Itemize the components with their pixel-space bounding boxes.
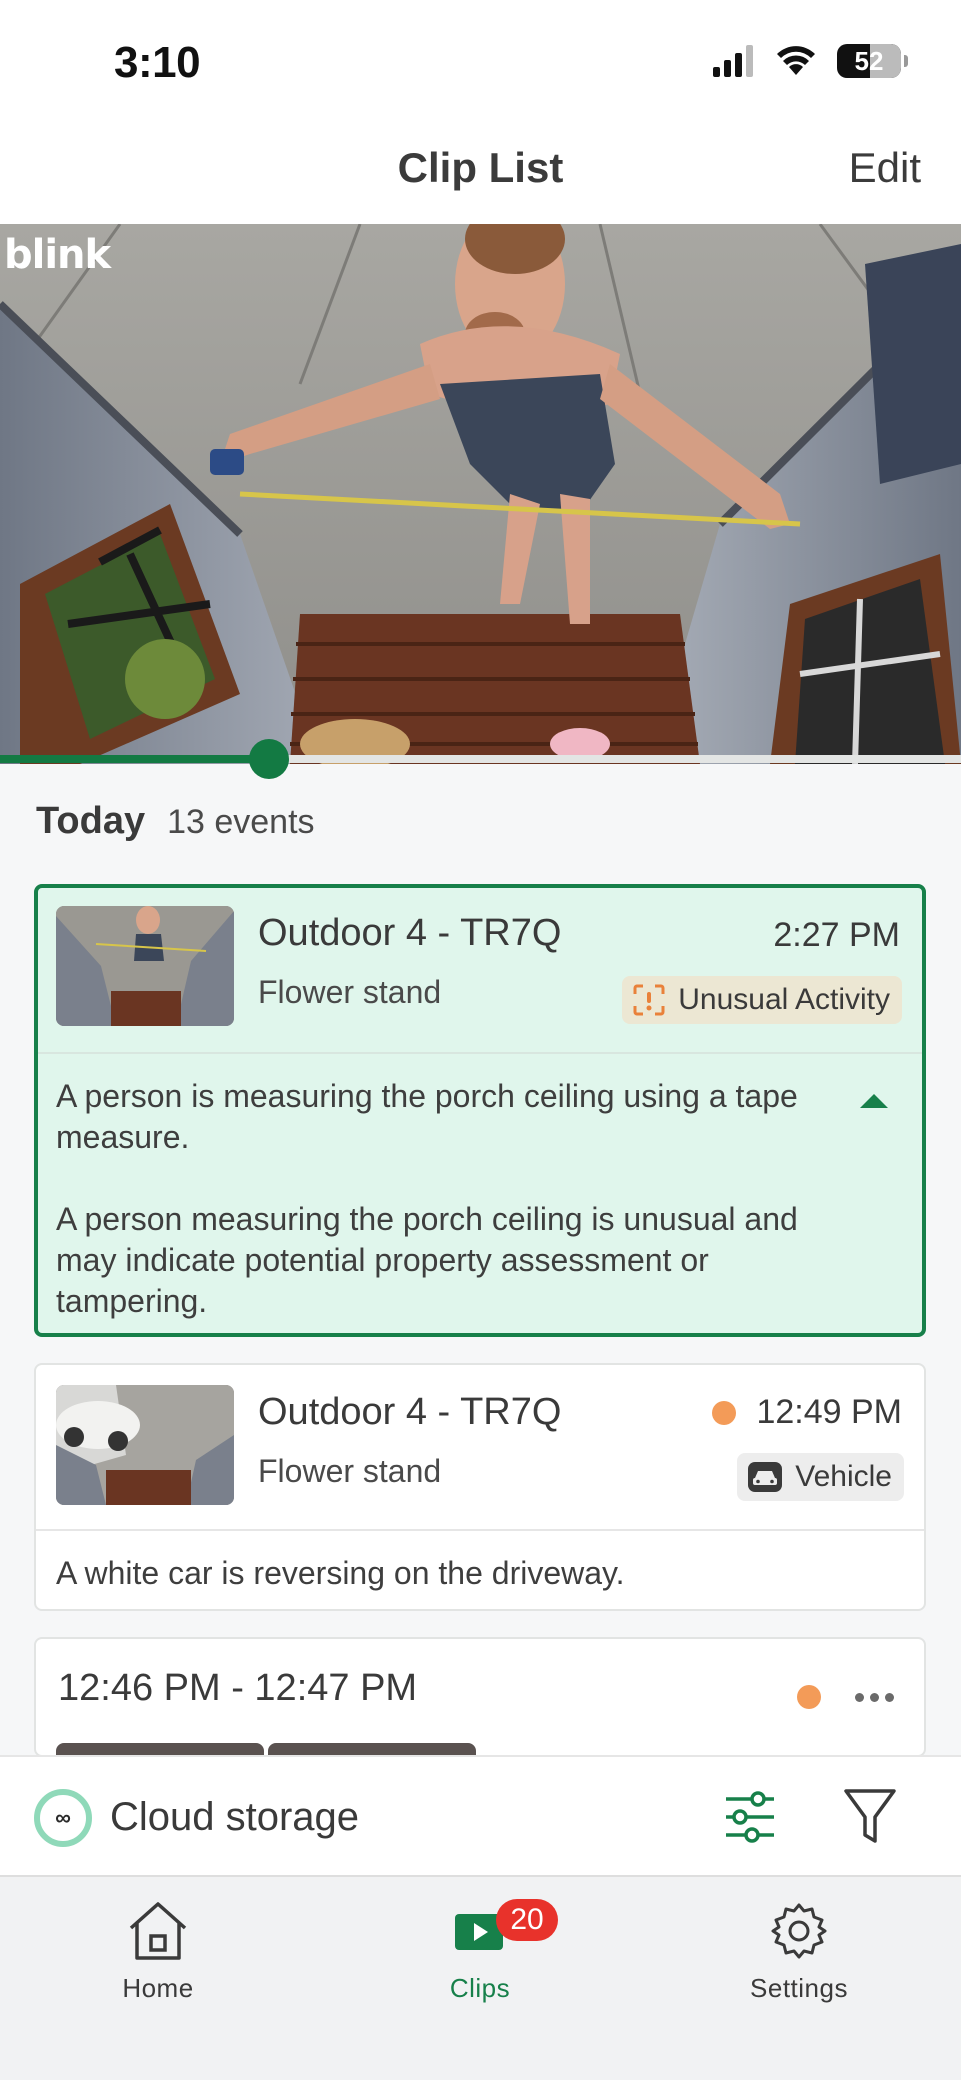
day-label: Today bbox=[36, 800, 146, 842]
scrub-progress bbox=[0, 755, 270, 763]
event-group-actions bbox=[797, 1685, 894, 1709]
event-insight: A person measuring the porch ceiling is … bbox=[56, 1201, 798, 1319]
tab-bar: Home 20 Clips Settings bbox=[0, 1875, 961, 2080]
event-description: A person is measuring the porch ceiling … bbox=[38, 1054, 922, 1333]
event-tag: Unusual Activity bbox=[622, 976, 902, 1024]
event-time: 12:49 PM bbox=[756, 1393, 902, 1431]
event-camera-name: Outdoor 4 - TR7Q bbox=[258, 912, 562, 954]
event-group-card[interactable]: 12:46 PM - 12:47 PM bbox=[34, 1637, 926, 1757]
collapse-caret-icon[interactable] bbox=[860, 1094, 888, 1108]
car-icon bbox=[748, 1462, 783, 1492]
nav-header: Clip List Edit bbox=[0, 120, 961, 224]
status-time: 3:10 bbox=[114, 38, 201, 87]
tab-settings[interactable]: Settings bbox=[699, 1891, 899, 2004]
more-options-icon[interactable] bbox=[855, 1692, 894, 1702]
events-header: Today 13 events bbox=[36, 800, 315, 843]
status-bar: 3:10 52 bbox=[0, 0, 961, 120]
filter-icon[interactable] bbox=[842, 1787, 898, 1847]
sliders-icon[interactable] bbox=[722, 1789, 778, 1845]
battery-icon: 52 bbox=[837, 44, 908, 78]
page-title: Clip List bbox=[397, 144, 564, 191]
cloud-storage-bar: ∞ Cloud storage bbox=[0, 1755, 961, 1875]
wifi-icon bbox=[777, 46, 815, 75]
video-player[interactable]: blink bbox=[0, 224, 961, 764]
battery-level: 52 bbox=[854, 45, 884, 76]
scrub-bar[interactable] bbox=[0, 755, 961, 763]
event-tag: Vehicle bbox=[737, 1453, 904, 1501]
event-thumbnail[interactable] bbox=[56, 906, 234, 1026]
tab-label: Clips bbox=[449, 1973, 511, 2003]
event-thumbnail[interactable] bbox=[56, 1385, 234, 1505]
event-tag-label: Vehicle bbox=[795, 1460, 892, 1493]
cloud-storage-label[interactable]: Cloud storage bbox=[110, 1795, 359, 1840]
event-summary: A person is measuring the porch ceiling … bbox=[56, 1078, 798, 1155]
unwatched-dot-icon bbox=[712, 1400, 737, 1425]
blink-logo: blink bbox=[4, 232, 111, 278]
event-location: Flower stand bbox=[258, 1453, 442, 1489]
unusual-activity-icon bbox=[633, 984, 665, 1016]
unwatched-dot-icon bbox=[797, 1685, 821, 1709]
video-frame bbox=[0, 224, 961, 764]
home-icon bbox=[129, 1902, 187, 1960]
event-description: A white car is reversing on the driveway… bbox=[56, 1555, 625, 1591]
tab-label: Settings bbox=[750, 1973, 848, 2003]
event-camera-name: Outdoor 4 - TR7Q bbox=[258, 1391, 562, 1433]
tab-clips[interactable]: 20 Clips bbox=[380, 1891, 580, 2004]
cellular-signal-icon bbox=[713, 45, 753, 77]
event-location: Flower stand bbox=[258, 974, 442, 1010]
clips-badge: 20 bbox=[496, 1899, 558, 1941]
gear-icon bbox=[771, 1903, 827, 1959]
event-time: 2:27 PM bbox=[773, 916, 900, 954]
tab-label: Home bbox=[122, 1973, 194, 2003]
edit-button[interactable]: Edit bbox=[849, 144, 921, 192]
cloud-storage-icon: ∞ bbox=[34, 1789, 92, 1847]
event-count: 13 events bbox=[167, 803, 315, 841]
event-tag-label: Unusual Activity bbox=[678, 983, 890, 1016]
event-card[interactable]: Outdoor 4 - TR7Q Flower stand 12:49 PM V… bbox=[34, 1363, 926, 1611]
status-icons: 52 bbox=[713, 44, 908, 78]
event-group-time: 12:46 PM - 12:47 PM bbox=[58, 1667, 418, 1709]
scrub-handle[interactable] bbox=[249, 739, 290, 779]
event-card[interactable]: Outdoor 4 - TR7Q Flower stand 2:27 PM Un… bbox=[34, 884, 926, 1337]
tab-home[interactable]: Home bbox=[58, 1891, 258, 2004]
event-time-row: 12:49 PM bbox=[712, 1393, 902, 1432]
